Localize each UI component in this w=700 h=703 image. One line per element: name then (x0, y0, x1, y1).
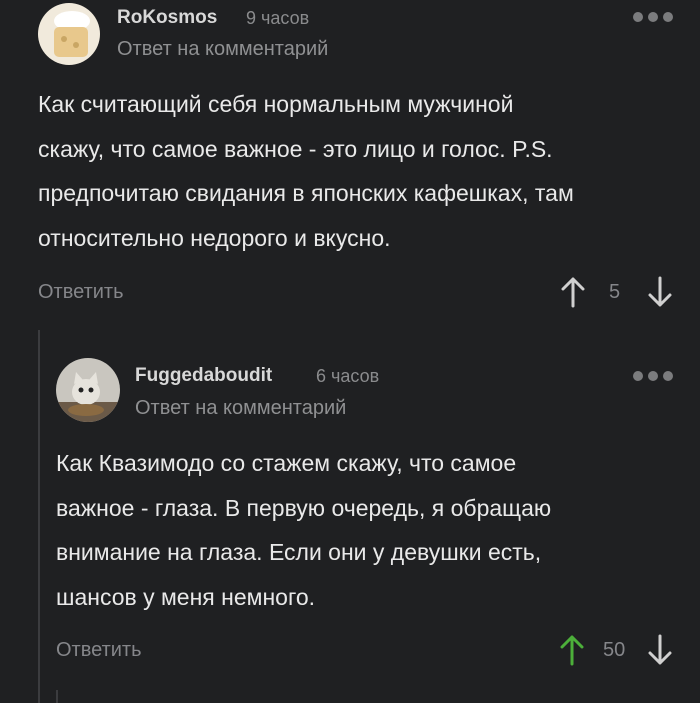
arrow-up-icon[interactable] (560, 276, 586, 308)
arrow-down-icon[interactable] (647, 634, 673, 666)
more-dots-icon[interactable] (633, 12, 673, 22)
arrow-up-icon[interactable] (559, 634, 585, 666)
timestamp: 9 часов (246, 8, 310, 28)
reply-button[interactable]: Ответить (38, 281, 124, 304)
reply-to-link[interactable]: Ответ на комментарий (117, 38, 328, 61)
reply-button[interactable]: Ответить (56, 639, 142, 662)
reply-to-link[interactable]: Ответ на комментарий (135, 397, 346, 420)
thread-line[interactable] (56, 690, 58, 703)
more-dots-icon[interactable] (633, 371, 673, 381)
vote-score: 50 (603, 639, 626, 661)
comment-text: Как считающий себя нормальным мужчиной с… (38, 91, 574, 251)
avatar[interactable] (56, 358, 120, 422)
cat-avatar-icon (56, 358, 120, 422)
chef-avatar-icon (38, 3, 100, 65)
comments-page: RoKosmos 9 часов Ответ на комментарий Ка… (0, 0, 700, 703)
comment-text: Как Квазимодо со стажем скажу, что самое… (56, 450, 552, 610)
thread-line[interactable] (38, 330, 40, 703)
timestamp: 6 часов (316, 366, 380, 386)
username[interactable]: Fuggedaboudit (135, 365, 272, 387)
vote-score: 5 (609, 281, 621, 303)
avatar[interactable] (38, 3, 100, 65)
arrow-down-icon[interactable] (647, 276, 673, 308)
username[interactable]: RoKosmos (117, 7, 217, 29)
